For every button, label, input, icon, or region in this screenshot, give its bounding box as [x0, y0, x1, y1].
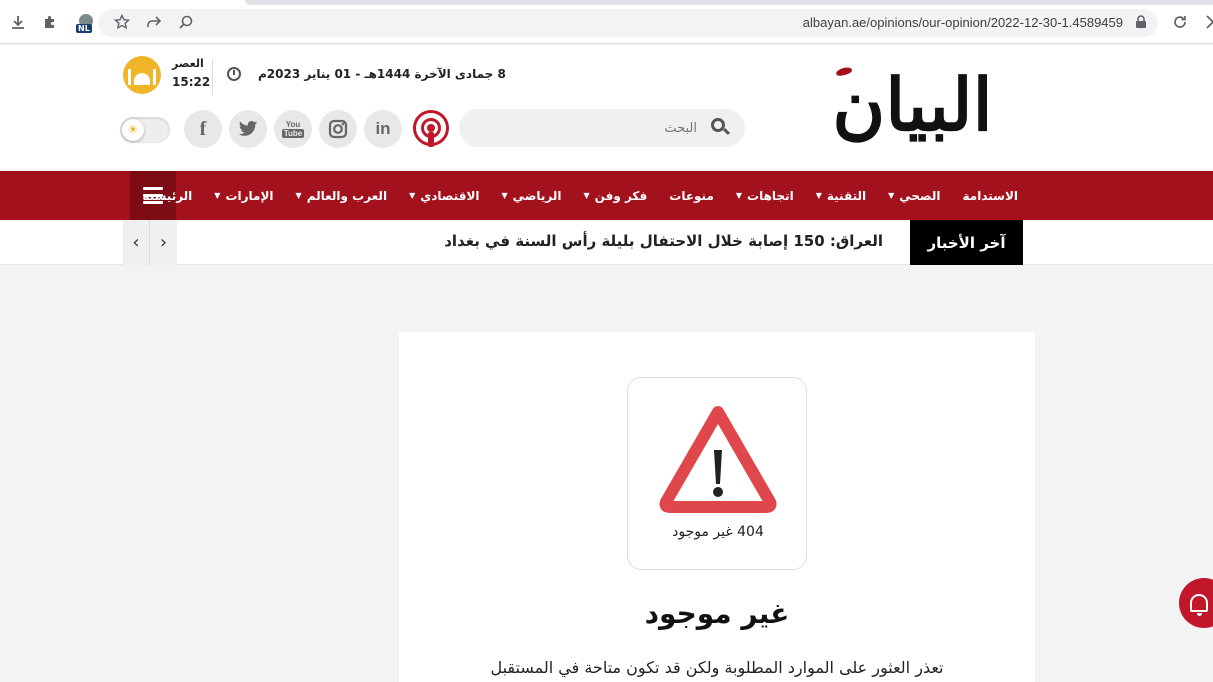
nav-item[interactable]: اتجاهات ▼	[736, 189, 794, 203]
caret-down-icon: ▼	[295, 191, 302, 200]
download-icon[interactable]	[8, 12, 28, 32]
search-icon[interactable]	[711, 118, 731, 136]
notification-bell-button[interactable]	[1179, 578, 1213, 628]
dark-mode-toggle[interactable]: ☀	[120, 117, 170, 143]
site-logo[interactable]: البيان	[800, 57, 1025, 152]
caret-down-icon: ▼	[214, 191, 221, 200]
nav-item[interactable]: الاستدامة	[963, 189, 1019, 203]
podcast-icon[interactable]	[412, 109, 450, 149]
linkedin-icon[interactable]: in	[364, 110, 402, 148]
ticker-next-button[interactable]: ›	[150, 220, 177, 265]
nav-item-label: فكر وفن	[594, 188, 648, 203]
news-ticker: آخر الأخبار العراق: 150 إصابة خلال الاحت…	[0, 220, 1213, 265]
nav-item-label: اتجاهات	[747, 188, 794, 203]
nav-item-label: الاقتصادي	[420, 188, 480, 203]
prayer-time: 15:22	[172, 75, 211, 89]
nav-item[interactable]: التقنية ▼	[816, 189, 866, 203]
nav-item[interactable]: الرياضي ▼	[502, 189, 562, 203]
chevron-right-icon[interactable]	[1200, 12, 1213, 32]
nav-item-label: الرئيسية	[142, 188, 193, 203]
nav-item-label: الإمارات	[225, 188, 274, 203]
nav-item[interactable]: منوعات	[669, 189, 714, 203]
error-code: 404 غير موجود	[672, 524, 764, 540]
twitter-icon[interactable]	[229, 110, 267, 148]
nav-item-label: الرياضي	[512, 188, 562, 203]
clock-icon	[227, 67, 241, 81]
caret-down-icon: ▼	[409, 191, 416, 200]
search-box[interactable]	[459, 109, 745, 147]
caret-down-icon: ▼	[583, 191, 590, 200]
bookmark-star-icon[interactable]	[112, 12, 132, 32]
header-date: 8 جمادى الآخرة 1444هـ - 01 يناير 2023م	[258, 67, 506, 81]
caret-down-icon: ▼	[735, 191, 743, 200]
zoom-icon[interactable]	[176, 12, 196, 32]
nav-item[interactable]: الرئيسية	[142, 189, 192, 203]
error-description: تعذر العثور على الموارد المطلوبة ولكن قد…	[490, 658, 944, 677]
site-header: البيان 8 جمادى الآخرة 1444هـ - 01 يناير …	[0, 45, 1213, 171]
error-card: 404 غير موجود غير موجود تعذر العثور على …	[399, 332, 1035, 682]
ticker-headline[interactable]: العراق: 150 إصابة خلال الاحتفال بليلة رأ…	[444, 232, 883, 250]
prayer-name: العصر	[172, 57, 204, 70]
nav-item[interactable]: الصحي ▼	[888, 189, 940, 203]
caret-down-icon: ▼	[815, 191, 822, 200]
tab-strip	[245, 0, 1213, 5]
nav-item[interactable]: الإمارات ▼	[214, 189, 273, 203]
search-input[interactable]	[497, 117, 697, 139]
nav-item-label: الصحي	[899, 188, 941, 203]
ticker-prev-button[interactable]: ‹	[123, 220, 150, 265]
lock-icon[interactable]	[1131, 12, 1151, 32]
extension-badge-text: NL	[76, 24, 92, 33]
extensions-puzzle-icon[interactable]	[40, 12, 60, 32]
sun-icon: ☀	[122, 119, 144, 141]
bell-icon	[1190, 594, 1208, 616]
youtube-icon[interactable]: You Tube	[274, 110, 312, 148]
nav-item[interactable]: الاقتصادي ▼	[409, 189, 479, 203]
share-icon[interactable]	[144, 12, 164, 32]
error-box: 404 غير موجود	[627, 377, 807, 570]
browser-toolbar: NL albayan.ae/opinions/our-opinion/2022-…	[0, 0, 1213, 44]
youtube-top-text: You	[285, 120, 301, 129]
mosque-icon[interactable]	[123, 56, 161, 94]
nav-item-label: منوعات	[669, 188, 714, 203]
nav-item[interactable]: فكر وفن ▼	[584, 189, 648, 203]
error-title: غير موجود	[644, 597, 790, 630]
caret-down-icon: ▼	[888, 191, 895, 200]
header-divider	[212, 59, 213, 95]
nav-item-label: الاستدامة	[962, 188, 1019, 203]
caret-down-icon: ▼	[501, 191, 508, 200]
warning-icon	[659, 406, 777, 513]
reload-icon[interactable]	[1170, 12, 1190, 32]
ticker-label: آخر الأخبار	[910, 220, 1023, 265]
url-text[interactable]: albayan.ae/opinions/our-opinion/2022-12-…	[803, 15, 1123, 30]
nav-item[interactable]: العرب والعالم ▼	[296, 189, 388, 203]
nav-item-label: التقنية	[826, 188, 867, 203]
nav-items: الرئيسية الإمارات ▼ العرب والعالم ▼ الاقتصادي…	[142, 171, 1018, 220]
nl-extension-icon[interactable]: NL	[76, 14, 96, 36]
main-nav: الرئيسية الإمارات ▼ العرب والعالم ▼ الاقتصادي…	[0, 171, 1213, 220]
instagram-icon[interactable]	[319, 110, 357, 148]
facebook-icon[interactable]: f	[184, 110, 222, 148]
youtube-bottom-text: Tube	[281, 129, 305, 138]
nav-item-label: العرب والعالم	[306, 188, 388, 203]
